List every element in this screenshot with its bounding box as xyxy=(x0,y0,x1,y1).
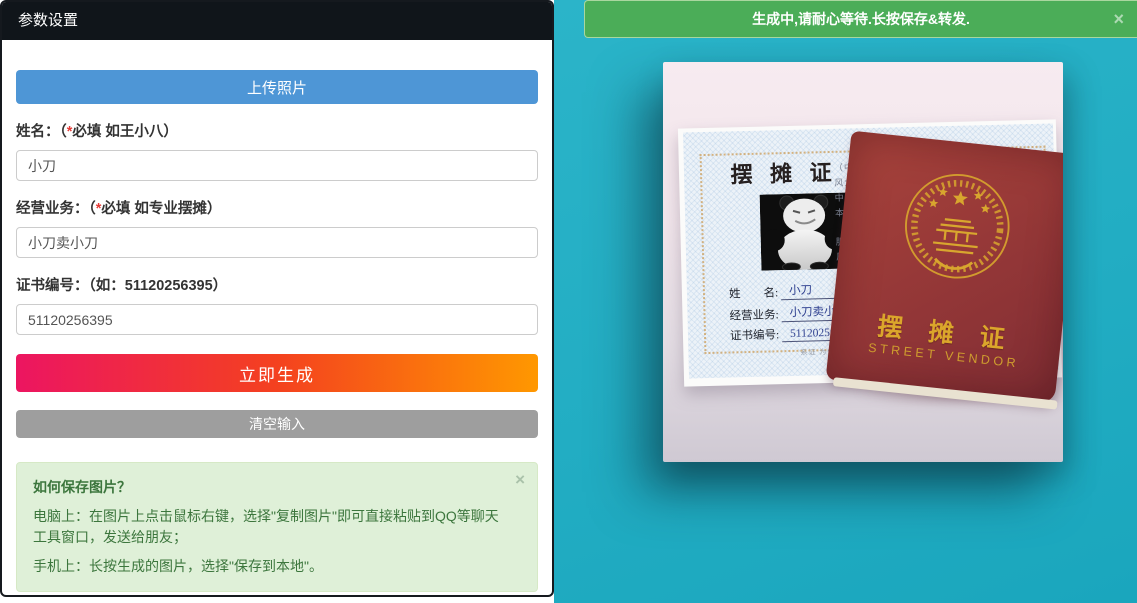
certificate-number-label: 证书编号: xyxy=(730,326,782,343)
generate-button[interactable]: 立即生成 xyxy=(16,354,538,392)
app-root: 参数设置 上传照片 姓名：（*必填 如王小八） 经营业务：（*必填 如专业摆摊）… xyxy=(0,0,1137,603)
business-label-text: 经营业务：（ xyxy=(16,201,96,217)
help-line-pc: 电脑上：在图片上点击鼠标右键，选择"复制图片"即可直接粘贴到QQ等聊天工具窗口，… xyxy=(33,506,507,549)
certificate-heading: 摆 摊 证 xyxy=(720,155,849,190)
certificate-business-label: 经营业务: xyxy=(729,306,781,323)
cert-number-example: 51120256395 xyxy=(125,278,213,294)
business-label-hint: 必填 如专业摆摊） xyxy=(101,201,221,217)
cert-number-label-text: 证书编号：（如： xyxy=(16,278,125,294)
business-label: 经营业务：（*必填 如专业摆摊） xyxy=(16,197,538,218)
close-icon[interactable]: × xyxy=(1113,1,1124,37)
name-label-text: 姓名：（ xyxy=(16,124,67,140)
help-line-mobile: 手机上：长按生成的图片，选择"保存到本地"。 xyxy=(33,556,507,578)
business-input[interactable] xyxy=(16,227,538,258)
name-input[interactable] xyxy=(16,150,538,181)
red-vendor-booklet: 摆 摊 证 STREET VENDOR xyxy=(826,131,1063,404)
national-emblem-icon xyxy=(896,165,1019,288)
name-label: 姓名：（*必填 如王小八） xyxy=(16,120,538,141)
settings-form: 上传照片 姓名：（*必填 如王小八） 经营业务：（*必填 如专业摆摊） 证书编号… xyxy=(2,40,552,592)
name-label-hint: 必填 如王小八） xyxy=(72,124,178,140)
clear-input-button[interactable]: 清空输入 xyxy=(16,410,538,438)
cert-number-label-close: ） xyxy=(213,278,228,294)
help-title: 如何保存图片？ xyxy=(33,477,507,499)
save-help-alert: × 如何保存图片？ 电脑上：在图片上点击鼠标右键，选择"复制图片"即可直接粘贴到… xyxy=(16,462,538,592)
status-banner: 生成中,请耐心等待.长按保存&转发. × xyxy=(584,0,1137,38)
close-icon[interactable]: × xyxy=(515,471,525,488)
panel-header: 参数设置 xyxy=(2,2,552,40)
cert-number-label: 证书编号：（如：51120256395） xyxy=(16,274,538,295)
cert-number-input[interactable] xyxy=(16,304,538,335)
certificate-name-label: 姓 名: xyxy=(729,284,781,301)
upload-photo-button[interactable]: 上传照片 xyxy=(16,70,538,104)
settings-panel: 参数设置 上传照片 姓名：（*必填 如王小八） 经营业务：（*必填 如专业摆摊）… xyxy=(0,0,554,597)
generated-certificate-image[interactable]: 摆 摊 证 xyxy=(663,62,1063,462)
preview-panel: 生成中,请耐心等待.长按保存&转发. × 摆 摊 证 xyxy=(554,0,1137,603)
panel-title: 参数设置 xyxy=(18,12,78,29)
status-banner-text: 生成中,请耐心等待.长按保存&转发. xyxy=(752,11,970,27)
